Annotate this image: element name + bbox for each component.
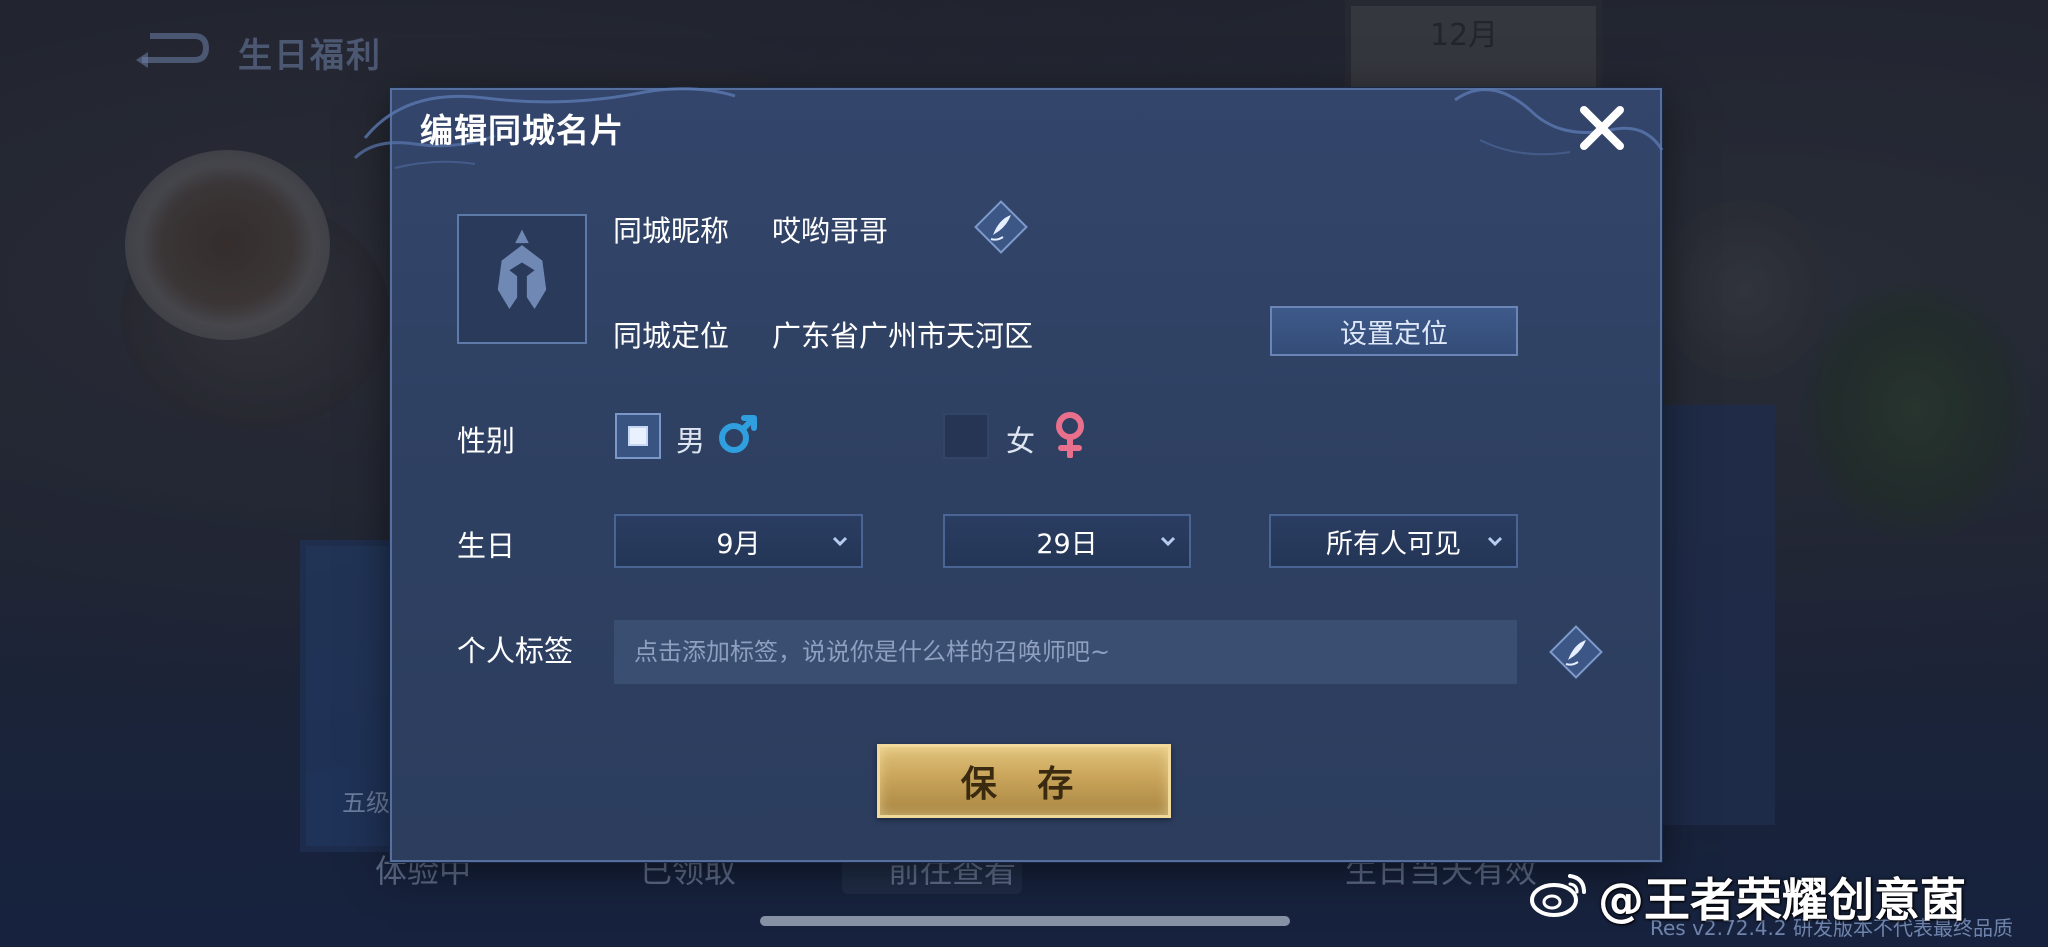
close-icon[interactable] [1572, 98, 1632, 158]
chevron-down-icon [1487, 536, 1503, 547]
gender-female-checkbox[interactable] [943, 413, 989, 459]
male-symbol-icon [719, 415, 757, 453]
save-button[interactable]: 保 存 [877, 744, 1171, 818]
birthday-day-value: 29日 [1036, 528, 1098, 560]
gender-female-label: 女 [1006, 424, 1036, 458]
birthday-month-value: 9月 [716, 528, 761, 560]
birthday-label: 生日 [457, 529, 516, 563]
birthday-month-select[interactable]: 9月 [614, 514, 863, 568]
corner-swirl-decoration [1454, 88, 1664, 156]
weibo-icon [1530, 874, 1586, 917]
chevron-down-icon [832, 536, 848, 547]
nickname-value: 哎哟哥哥 [772, 214, 889, 248]
gender-male-checkbox[interactable] [615, 413, 661, 459]
visibility-value: 所有人可见 [1326, 528, 1461, 560]
location-value: 广东省广州市天河区 [772, 319, 1034, 353]
set-location-button[interactable]: 设置定位 [1270, 306, 1518, 356]
gender-label: 性别 [457, 424, 516, 458]
page-title: 生日福利 [238, 36, 382, 76]
location-label: 同城定位 [613, 319, 730, 353]
tag-input[interactable] [614, 620, 1517, 684]
chevron-down-icon [1160, 536, 1176, 547]
edit-quill-icon[interactable] [1544, 620, 1608, 684]
helmet-avatar-icon [497, 229, 547, 310]
female-symbol-icon [1056, 412, 1084, 458]
edit-quill-icon[interactable] [969, 195, 1033, 259]
tag-label: 个人标签 [457, 634, 574, 668]
home-indicator[interactable] [760, 916, 1290, 926]
nickname-label: 同城昵称 [613, 214, 730, 248]
back-arrow-icon[interactable] [132, 28, 212, 68]
checkbox-checked-indicator [628, 426, 648, 446]
birthday-day-select[interactable]: 29日 [943, 514, 1191, 568]
dialog-title: 编辑同城名片 [420, 111, 624, 150]
gender-male-label: 男 [676, 424, 706, 458]
avatar[interactable] [457, 214, 587, 344]
watermark-text: @王者荣耀创意菌 [1598, 873, 1966, 927]
visibility-select[interactable]: 所有人可见 [1269, 514, 1518, 568]
